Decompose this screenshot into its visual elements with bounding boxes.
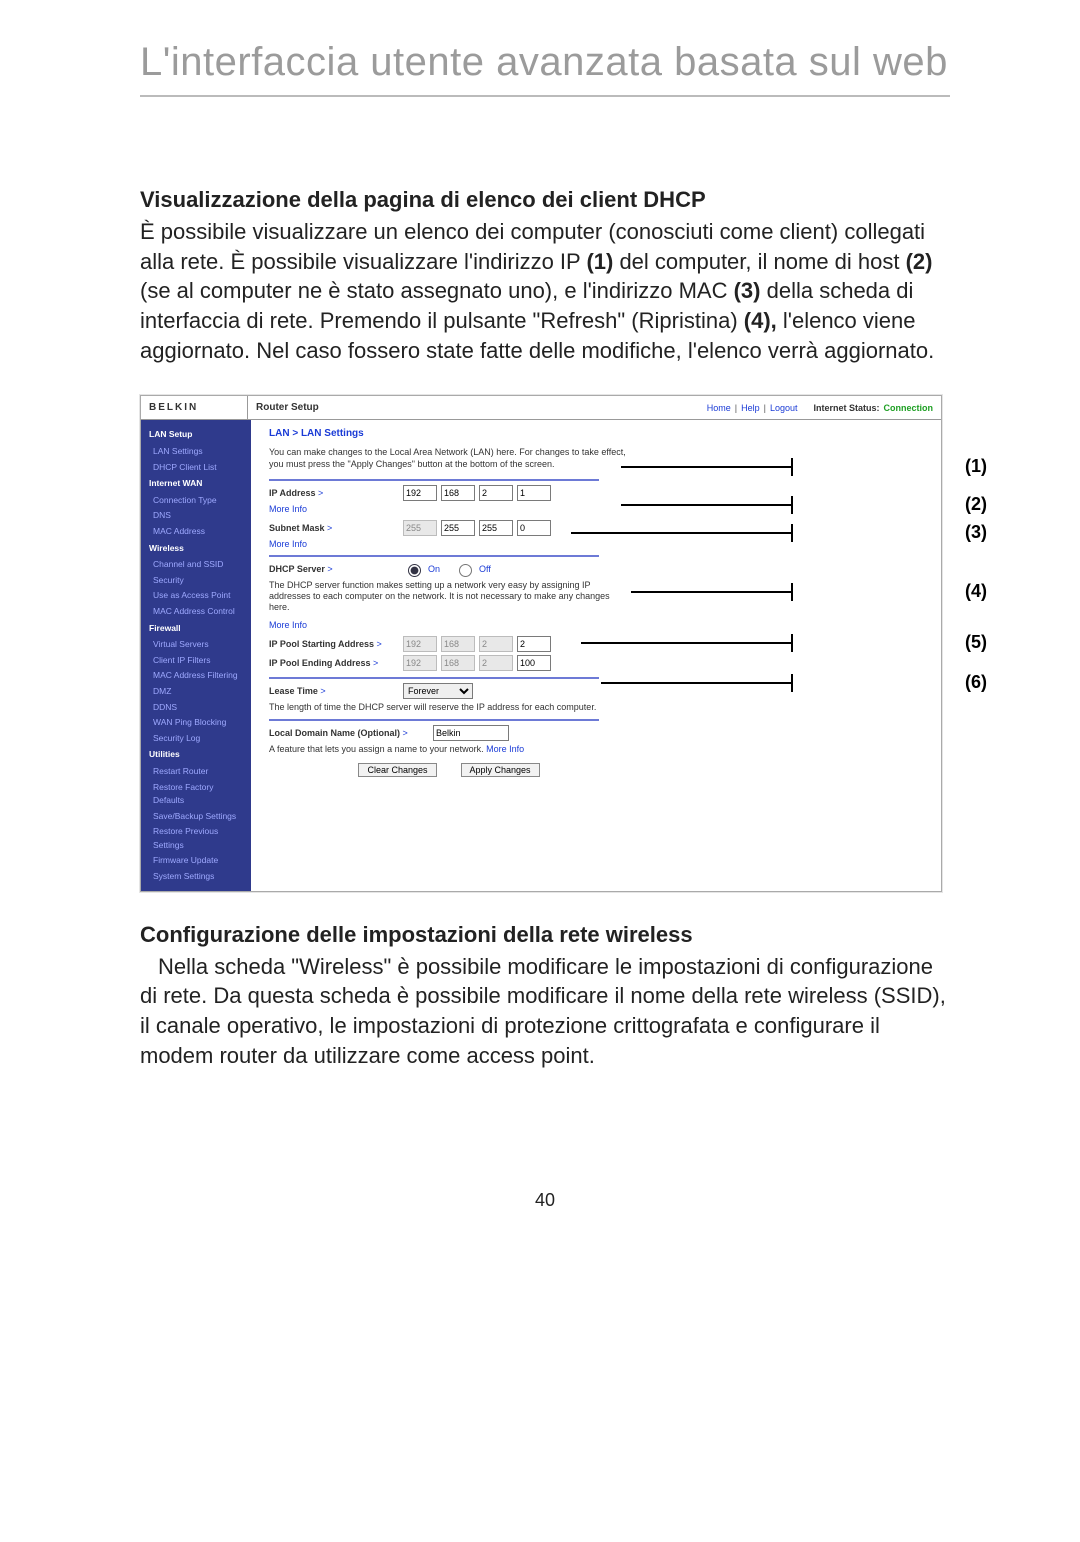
ip-oct-1[interactable] bbox=[403, 485, 437, 501]
sidebar-item[interactable]: Use as Access Point bbox=[141, 588, 251, 604]
ip-more-info[interactable]: More Info bbox=[269, 504, 923, 514]
status-value: Connection bbox=[884, 403, 934, 413]
ip-oct-4[interactable] bbox=[517, 485, 551, 501]
ps-3[interactable] bbox=[479, 636, 513, 652]
mask-oct-1[interactable] bbox=[403, 520, 437, 536]
mask-oct-3[interactable] bbox=[479, 520, 513, 536]
ps-2[interactable] bbox=[441, 636, 475, 652]
sidebar-category: Wireless bbox=[141, 540, 251, 558]
sidebar-item[interactable]: DHCP Client List bbox=[141, 460, 251, 476]
dhcp-on-label: On bbox=[428, 564, 440, 574]
ps-1[interactable] bbox=[403, 636, 437, 652]
mask-oct-2[interactable] bbox=[441, 520, 475, 536]
ps-4[interactable] bbox=[517, 636, 551, 652]
intro-text: You can make changes to the Local Area N… bbox=[269, 447, 629, 470]
breadcrumb: LAN > LAN Settings bbox=[269, 428, 923, 439]
status-label: Internet Status: bbox=[813, 403, 879, 413]
sidebar-item[interactable]: LAN Settings bbox=[141, 444, 251, 460]
sidebar-item[interactable]: MAC Address bbox=[141, 524, 251, 540]
sidebar-item[interactable]: Security Log bbox=[141, 731, 251, 747]
settings-pane: LAN > LAN Settings You can make changes … bbox=[251, 420, 941, 890]
callout-5: (5) bbox=[965, 632, 987, 653]
sidebar-item[interactable]: Virtual Servers bbox=[141, 637, 251, 653]
nav-logout[interactable]: Logout bbox=[770, 403, 798, 413]
dhcp-heading: Visualizzazione della pagina di elenco d… bbox=[140, 187, 950, 213]
domain-input[interactable] bbox=[433, 725, 509, 741]
pool-end-label: IP Pool Ending Address > bbox=[269, 658, 399, 668]
sidebar-item[interactable]: WAN Ping Blocking bbox=[141, 715, 251, 731]
callout-2: (2) bbox=[965, 494, 987, 515]
domain-desc: A feature that lets you assign a name to… bbox=[269, 744, 619, 755]
nav-help[interactable]: Help bbox=[741, 403, 760, 413]
lease-desc: The length of time the DHCP server will … bbox=[269, 702, 619, 713]
sidebar-item[interactable]: DNS bbox=[141, 508, 251, 524]
router-screenshot: BELKIN Router Setup Home| Help| Logout I… bbox=[140, 395, 942, 891]
ip-oct-2[interactable] bbox=[441, 485, 475, 501]
sidebar-item[interactable]: Security bbox=[141, 573, 251, 589]
ip-oct-3[interactable] bbox=[479, 485, 513, 501]
domain-more-info[interactable]: More Info bbox=[486, 744, 524, 754]
dhcp-server-label: DHCP Server > bbox=[269, 564, 399, 574]
sidebar-category: Utilities bbox=[141, 746, 251, 764]
apply-changes-button[interactable]: Apply Changes bbox=[461, 763, 540, 777]
sidebar-item[interactable]: Restart Router bbox=[141, 764, 251, 780]
sidebar-category: LAN Setup bbox=[141, 426, 251, 444]
clear-changes-button[interactable]: Clear Changes bbox=[358, 763, 436, 777]
mask-more-info[interactable]: More Info bbox=[269, 539, 923, 549]
sidebar-item[interactable]: Save/Backup Settings bbox=[141, 809, 251, 825]
brand-logo: BELKIN bbox=[141, 396, 248, 419]
sidebar-item[interactable]: Restore Factory Defaults bbox=[141, 780, 251, 809]
callout-4: (4) bbox=[965, 581, 987, 602]
window-title: Router Setup bbox=[248, 396, 699, 419]
sidebar-item[interactable]: Firmware Update bbox=[141, 853, 251, 869]
callout-3: (3) bbox=[965, 522, 987, 543]
mask-oct-4[interactable] bbox=[517, 520, 551, 536]
page-number: 40 bbox=[140, 1190, 950, 1211]
sidebar-item[interactable]: Restore Previous Settings bbox=[141, 824, 251, 853]
pe-1[interactable] bbox=[403, 655, 437, 671]
pe-2[interactable] bbox=[441, 655, 475, 671]
wireless-paragraph: Nella scheda "Wireless" è possibile modi… bbox=[140, 952, 950, 1071]
dhcp-desc: The DHCP server function makes setting u… bbox=[269, 580, 619, 614]
top-nav: Home| Help| Logout Internet Status: Conn… bbox=[699, 397, 941, 419]
dhcp-off-label: Off bbox=[479, 564, 491, 574]
sidebar-item[interactable]: MAC Address Filtering bbox=[141, 668, 251, 684]
sidebar: LAN SetupLAN SettingsDHCP Client ListInt… bbox=[141, 420, 251, 890]
nav-home[interactable]: Home bbox=[707, 403, 731, 413]
sidebar-item[interactable]: System Settings bbox=[141, 869, 251, 885]
callout-1: (1) bbox=[965, 456, 987, 477]
sidebar-item[interactable]: DDNS bbox=[141, 700, 251, 716]
dhcp-more-info[interactable]: More Info bbox=[269, 620, 923, 630]
dhcp-paragraph: È possibile visualizzare un elenco dei c… bbox=[140, 217, 950, 365]
dhcp-off-radio[interactable] bbox=[459, 564, 472, 577]
sidebar-item[interactable]: Channel and SSID bbox=[141, 557, 251, 573]
domain-label: Local Domain Name (Optional) > bbox=[269, 728, 429, 738]
sidebar-category: Internet WAN bbox=[141, 475, 251, 493]
pool-start-label: IP Pool Starting Address > bbox=[269, 639, 399, 649]
subnet-mask-label: Subnet Mask > bbox=[269, 523, 399, 533]
pe-3[interactable] bbox=[479, 655, 513, 671]
page-title: L'interfaccia utente avanzata basata sul… bbox=[140, 40, 950, 97]
sidebar-item[interactable]: Connection Type bbox=[141, 493, 251, 509]
lease-time-label: Lease Time > bbox=[269, 686, 399, 696]
dhcp-on-radio[interactable] bbox=[408, 564, 421, 577]
pe-4[interactable] bbox=[517, 655, 551, 671]
lease-time-select[interactable]: Forever bbox=[403, 683, 473, 699]
wireless-heading: Configurazione delle impostazioni della … bbox=[140, 922, 950, 948]
sidebar-item[interactable]: DMZ bbox=[141, 684, 251, 700]
sidebar-item[interactable]: Client IP Filters bbox=[141, 653, 251, 669]
ip-address-label: IP Address > bbox=[269, 488, 399, 498]
sidebar-category: Firewall bbox=[141, 620, 251, 638]
callout-6: (6) bbox=[965, 672, 987, 693]
sidebar-item[interactable]: MAC Address Control bbox=[141, 604, 251, 620]
